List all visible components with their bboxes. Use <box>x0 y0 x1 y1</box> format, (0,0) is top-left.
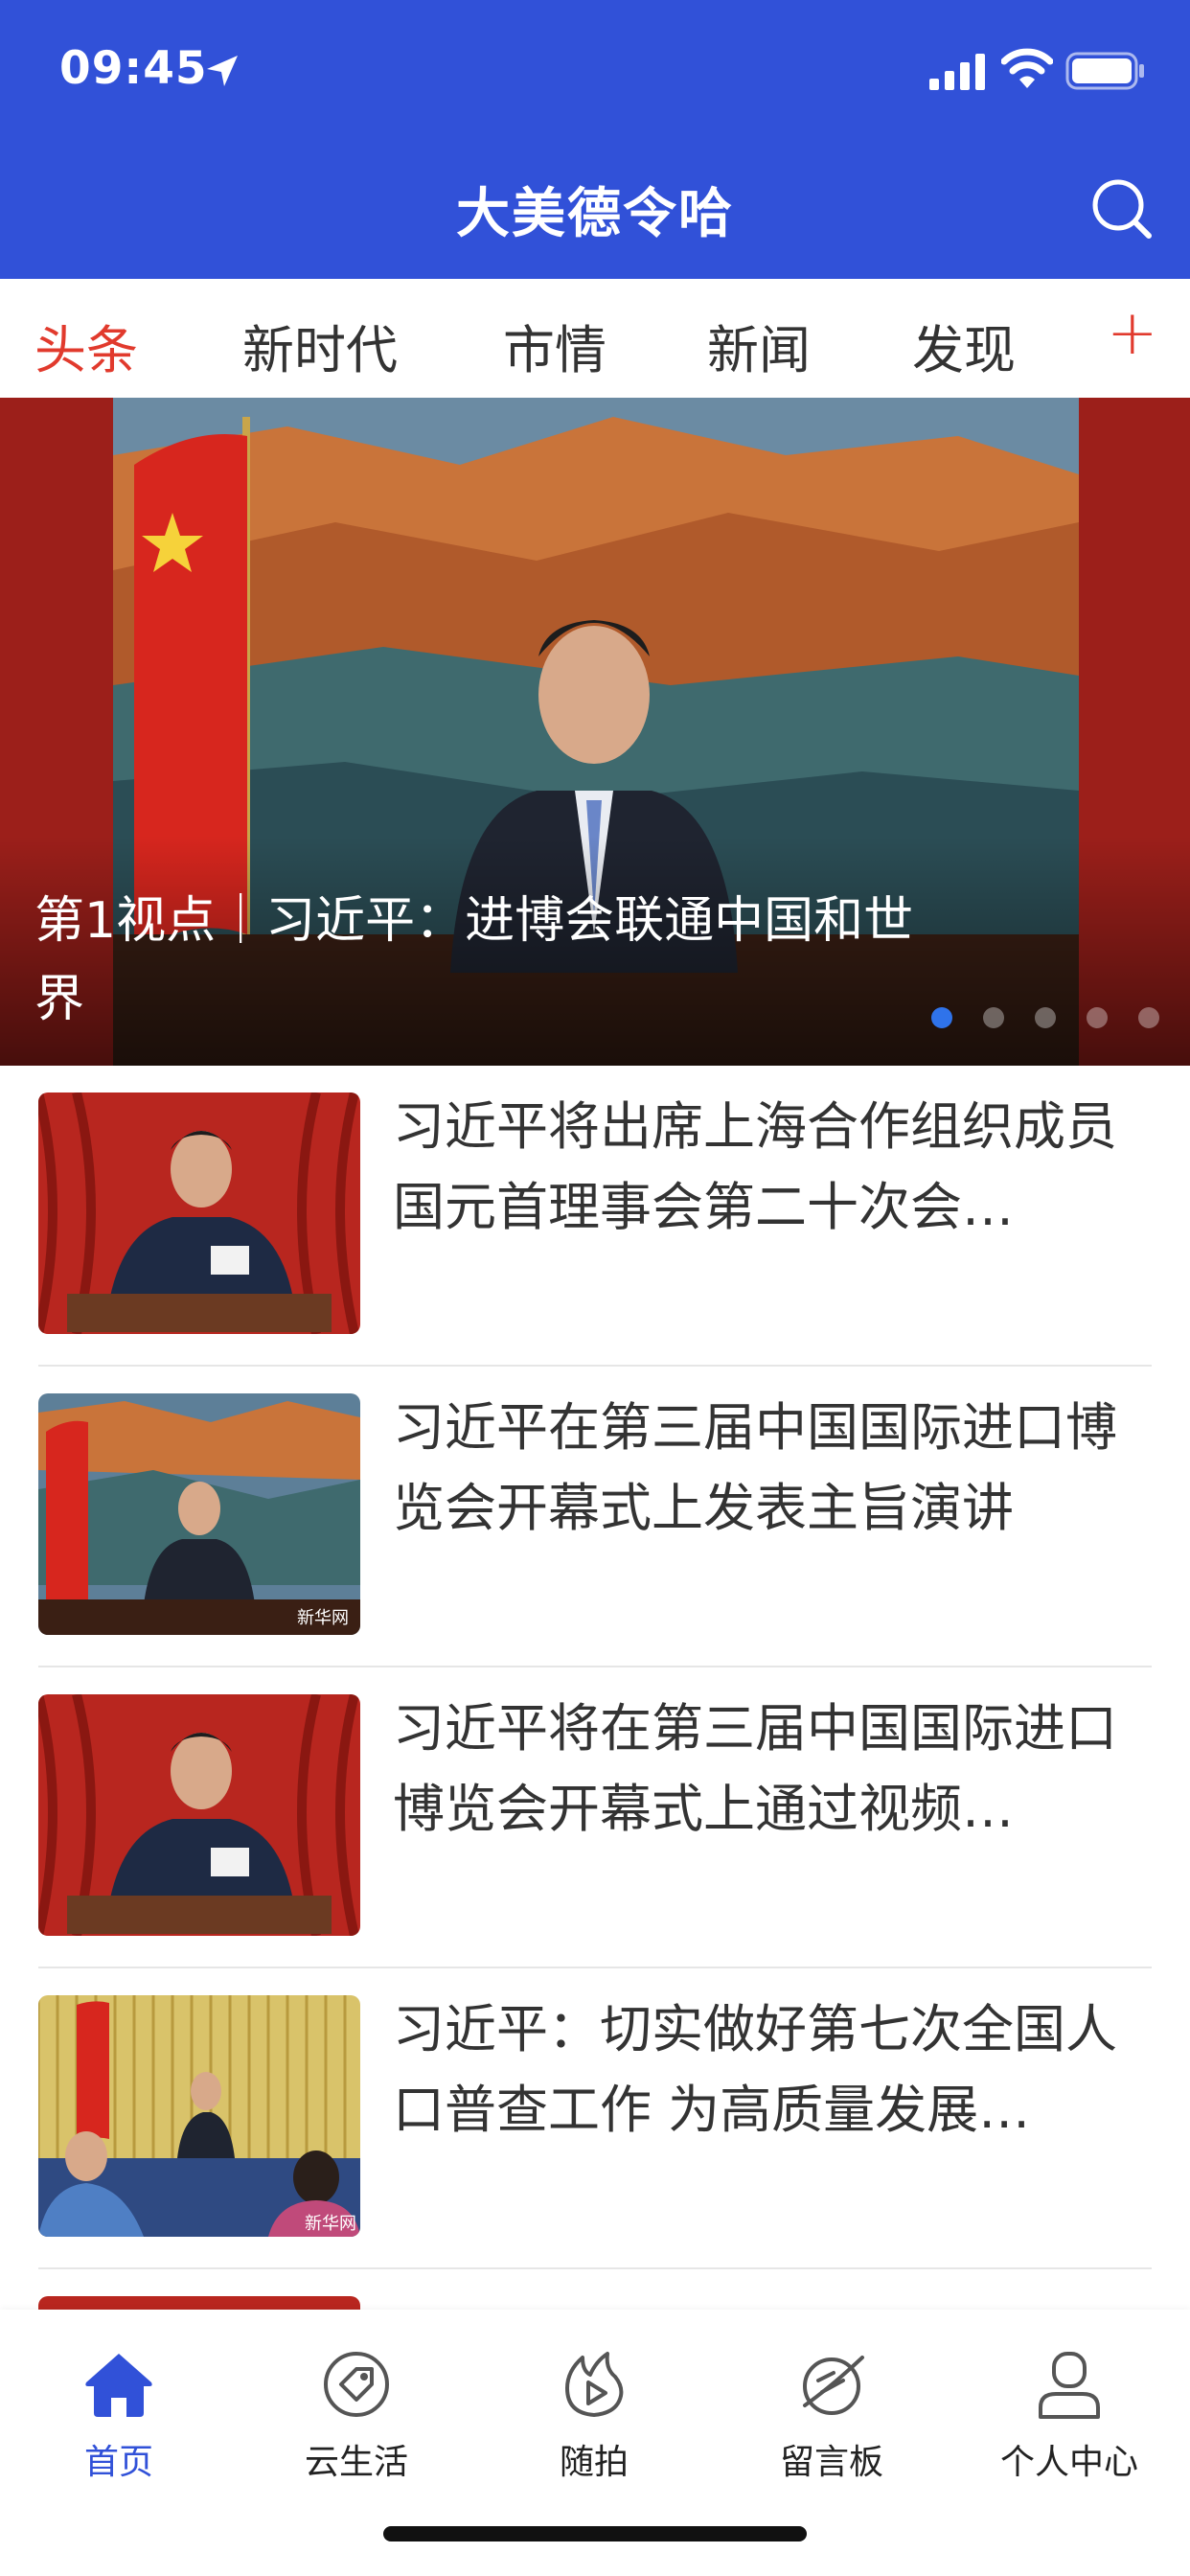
news-thumbnail: 新华网 <box>38 1393 360 1635</box>
battery-icon <box>1065 52 1144 90</box>
nav-home-label: 首页 <box>83 2443 153 2482</box>
carousel-dot[interactable] <box>1087 1007 1108 1028</box>
message-board-icon <box>803 2356 864 2415</box>
play-flame-icon <box>565 2352 624 2417</box>
nav-profile[interactable]: 个人中心 <box>950 2329 1188 2492</box>
page-title: 大美德令哈 <box>456 183 734 245</box>
user-icon <box>1039 2352 1100 2419</box>
news-title: 习近平将出席上海合作组织成员国元首理事会第二十次会… <box>393 1096 1117 1237</box>
svg-text:新华网: 新华网 <box>297 1608 349 1628</box>
nav-message-board[interactable]: 留言板 <box>713 2329 950 2492</box>
banner-carousel[interactable]: 第1视点｜习近平：进博会联通中国和世界 <box>0 398 1190 1066</box>
status-time: 09:45 <box>59 42 208 95</box>
wifi-icon <box>1001 48 1053 88</box>
nav-profile-label: 个人中心 <box>999 2443 1138 2482</box>
news-thumbnail: 新华网 <box>38 1995 360 2237</box>
nav-snapshot[interactable]: 随拍 <box>475 2329 713 2492</box>
carousel-dot[interactable] <box>1138 1007 1159 1028</box>
category-tabs: 头条 新时代 市情 新闻 发现 + <box>0 279 1190 398</box>
nav-cloud-life[interactable]: 云生活 <box>238 2329 475 2492</box>
home-indicator[interactable] <box>383 2526 807 2542</box>
status-bar: 09:45 <box>0 0 1190 144</box>
news-title: 习近平将在第三届中国国际进口博览会开幕式上通过视频… <box>393 1698 1117 1839</box>
news-thumbnail <box>38 1694 360 1936</box>
nav-home[interactable]: 首页 <box>0 2329 238 2492</box>
nav-message-board-label: 留言板 <box>779 2443 883 2482</box>
carousel-dot[interactable] <box>1035 1007 1056 1028</box>
news-item[interactable]: 习近平将在第三届中国国际进口博览会开幕式上通过视频… <box>38 1668 1152 1968</box>
nav-snapshot-label: 随拍 <box>559 2443 629 2482</box>
svg-text:新华网: 新华网 <box>305 2214 356 2234</box>
news-item[interactable]: 新华网 习近平：切实做好第七次全国人口普查工作 为高质量发展… <box>38 1968 1152 2269</box>
carousel-dot[interactable] <box>931 1007 952 1028</box>
cellular-signal-icon <box>929 54 985 90</box>
news-item[interactable]: 习近平将出席上海合作组织成员国元首理事会第二十次会… <box>38 1066 1152 1367</box>
news-thumbnail <box>38 2296 360 2310</box>
tab-discover[interactable]: 发现 <box>912 308 1016 383</box>
tab-news[interactable]: 新闻 <box>707 308 811 383</box>
news-title: 习近平：切实做好第七次全国人口普查工作 为高质量发展… <box>393 1999 1117 2140</box>
news-item[interactable]: 新华网 习近平在第三届中国国际进口博览会开幕式上发表主旨演讲 <box>38 1367 1152 1668</box>
tab-headlines[interactable]: 头条 <box>34 308 138 383</box>
news-item[interactable] <box>38 2269 1152 2310</box>
home-icon <box>85 2354 152 2417</box>
location-arrow-icon <box>207 56 238 86</box>
banner-caption: 第1视点｜习近平：进博会联通中国和世界 <box>34 892 914 1028</box>
carousel-dot[interactable] <box>983 1007 1004 1028</box>
tag-icon <box>324 2352 389 2417</box>
app-header: 09:45 大美德令哈 <box>0 0 1190 279</box>
nav-cloud-life-label: 云生活 <box>304 2443 408 2482</box>
search-icon[interactable] <box>1087 174 1155 242</box>
tab-city[interactable]: 市情 <box>503 308 606 383</box>
add-tab-button[interactable]: + <box>1107 298 1158 369</box>
news-thumbnail <box>38 1092 360 1334</box>
tab-new-era[interactable]: 新时代 <box>242 308 398 383</box>
news-title: 习近平在第三届中国国际进口博览会开幕式上发表主旨演讲 <box>393 1397 1117 1538</box>
